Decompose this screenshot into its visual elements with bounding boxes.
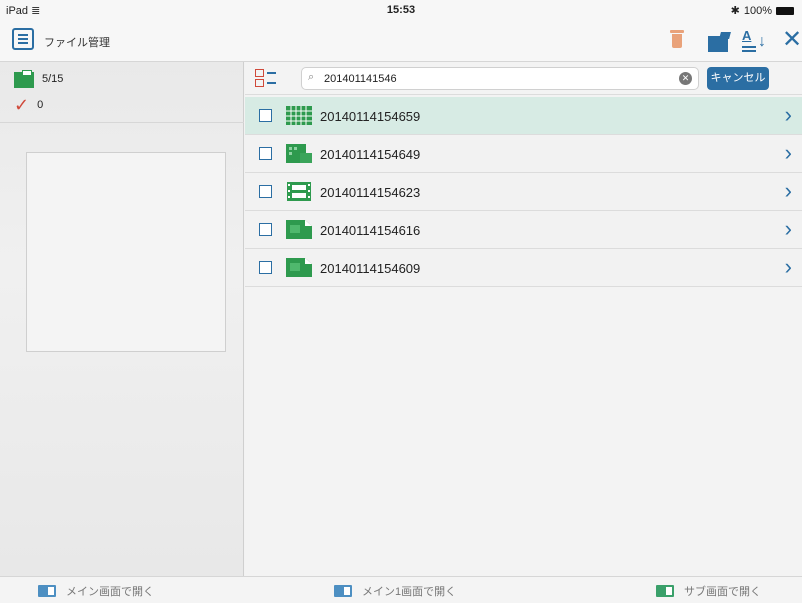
document-icon [286,220,312,239]
menu-icon[interactable] [12,28,34,50]
folders-icon[interactable] [708,32,732,52]
file-name: 20140114154623 [320,185,421,200]
document-icon [286,258,312,277]
file-name: 20140114154616 [320,223,421,238]
battery-percent: 100% [743,4,772,17]
open-main1-button[interactable]: メイン1画面で開く [334,583,456,599]
file-row[interactable]: 20140114154623 › [245,173,802,211]
main1-screen-icon [334,585,352,597]
sort-icon[interactable]: A ↓ [740,28,768,56]
open-main1-label: メイン1画面で開く [362,586,457,598]
chevron-right-icon[interactable]: › [785,179,792,203]
jpg-image-icon [286,144,312,163]
main-screen-icon [38,585,56,597]
search-icon: ⌕ [308,71,315,83]
file-name: 20140114154609 [320,261,421,276]
multi-select-icon[interactable] [255,68,277,88]
status-bar: iPad ≣ 15:53 ✱ 100% [0,0,802,20]
page-title: ファイル管理 [44,37,110,49]
sub-screen-icon [656,585,674,597]
file-row[interactable]: 20140114154659 › [245,97,802,135]
row-checkbox[interactable] [259,109,272,122]
chevron-right-icon[interactable]: › [785,141,792,165]
nav-bar: ファイル管理 A ↓ ✕ [0,20,802,62]
row-checkbox[interactable] [259,147,272,160]
bluetooth-icon: ✱ [730,5,740,17]
file-name: 20140114154649 [320,147,421,162]
file-row[interactable]: 20140114154609 › [245,249,802,287]
chevron-right-icon[interactable]: › [785,217,792,241]
row-checkbox[interactable] [259,185,272,198]
file-count: 5/15 [14,70,63,88]
row-checkbox[interactable] [259,223,272,236]
cancel-button[interactable]: キャンセル [707,67,769,90]
sidebar: 5/15 ✓ 0 [0,62,244,576]
open-main-label: メイン画面で開く [66,586,154,598]
open-sub-label: サブ画面で開く [684,586,761,598]
chevron-right-icon[interactable]: › [785,103,792,127]
search-field[interactable]: ⌕ ✕ [301,67,699,90]
open-main-button[interactable]: メイン画面で開く [38,583,154,599]
file-list: 20140114154659 › 20140114154649 › 201401… [245,97,802,287]
clock: 15:53 [386,4,416,16]
bottom-bar: メイン画面で開く メイン1画面で開く サブ画面で開く [0,576,802,603]
close-icon[interactable]: ✕ [782,28,802,52]
grid-image-icon [286,106,312,125]
folder-icon [14,70,36,88]
film-icon [287,182,311,201]
battery-icon [776,6,794,15]
row-checkbox[interactable] [259,261,272,274]
main-panel: ⌕ ✕ キャンセル 20140114154659 › [245,62,802,576]
preview-pane [26,152,226,352]
checked-count: ✓ 0 [14,96,43,114]
search-input[interactable] [324,70,664,87]
checked-count-value: 0 [37,99,44,111]
clear-search-icon[interactable]: ✕ [679,72,692,85]
checkmark-icon: ✓ [14,95,30,115]
file-row[interactable]: 20140114154649 › [245,135,802,173]
open-sub-button[interactable]: サブ画面で開く [656,583,761,599]
file-count-value: 5/15 [42,73,64,85]
divider [0,122,244,123]
battery-area: ✱ 100% [731,4,794,17]
trash-icon[interactable] [670,30,684,48]
file-name: 20140114154659 [320,109,421,124]
search-row: ⌕ ✕ キャンセル [245,62,802,95]
chevron-right-icon[interactable]: › [785,255,792,279]
file-row[interactable]: 20140114154616 › [245,211,802,249]
